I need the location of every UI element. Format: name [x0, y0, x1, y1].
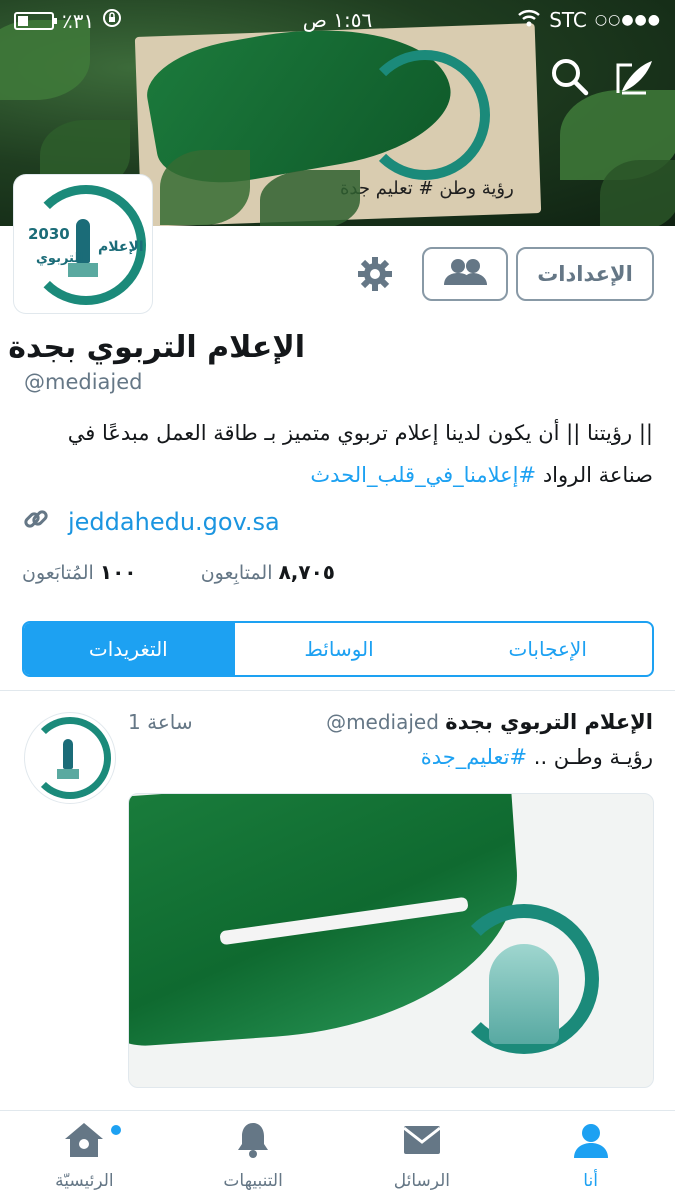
- bottom-nav: الرئيسيّة التنبيهات الرسائل أنا: [0, 1110, 675, 1200]
- link-icon: [22, 505, 50, 539]
- status-right: STC ○○●●●: [517, 8, 661, 32]
- bell-icon: [233, 1120, 273, 1165]
- bio-hashtag-link[interactable]: #إعلامنا_في_قلب_الحدث: [310, 463, 536, 487]
- following-stat[interactable]: ١٠٠ المُتابَعون: [22, 560, 136, 584]
- tab-media[interactable]: الوسائط: [232, 623, 444, 675]
- banner-crescent: [360, 50, 490, 180]
- nav-me-label: أنا: [583, 1171, 598, 1191]
- bio-line-1: || رؤيتنا || أن يكون لدينا إعلام تربوي م…: [67, 421, 653, 445]
- divider: [0, 690, 675, 691]
- tweet-text: رؤيـة وطـن .. #تعليم_جدة: [421, 745, 653, 769]
- banner-leaf: [160, 150, 250, 225]
- profile-handle: @mediajed: [24, 370, 143, 394]
- signal-strength: ○○●●●: [594, 12, 661, 28]
- home-icon: [62, 1120, 106, 1165]
- tweet-time: 1 ساعة: [128, 710, 193, 734]
- nav-notifications[interactable]: التنبيهات: [169, 1111, 338, 1200]
- followers-label: المتابِعون: [200, 562, 273, 584]
- envelope-icon: [400, 1120, 444, 1165]
- logo-subtitle: التربوي: [36, 251, 84, 266]
- tweet-handle: @mediajed: [326, 710, 439, 734]
- wifi-icon: [517, 8, 541, 32]
- tweet-avatar[interactable]: [24, 712, 116, 804]
- nav-home-label: الرئيسيّة: [55, 1171, 114, 1191]
- logo-year: 2030: [28, 225, 70, 243]
- carrier-name: STC: [549, 8, 587, 32]
- profile-bio: || رؤيتنا || أن يكون لدينا إعلام تربوي م…: [22, 412, 653, 496]
- tab-likes[interactable]: الإعجابات: [443, 623, 652, 675]
- settings-gear-icon[interactable]: [356, 255, 394, 293]
- lists-button[interactable]: [422, 247, 508, 301]
- tweet-avatar-logo: [25, 713, 115, 803]
- banner-caption: رؤية وطن # تعليم جدة: [340, 178, 514, 199]
- bio-line-2: صناعة الرواد #إعلامنا_في_قلب_الحدث: [22, 454, 653, 496]
- followers-count: ٨,٧٠٥: [278, 560, 335, 584]
- website-url[interactable]: jeddahedu.gov.sa: [68, 508, 280, 536]
- following-count: ١٠٠: [99, 560, 137, 584]
- status-bar: ٪٣١ ١:٥٦ ص STC ○○●●●: [0, 0, 675, 40]
- profile-name: الإعلام التربوي بجدة: [8, 330, 305, 365]
- avatar-logo: 2030 الإعلام التربوي: [18, 179, 148, 309]
- banner-leaf: [600, 160, 675, 226]
- compose-tweet-icon[interactable]: [612, 55, 656, 99]
- notification-dot: [110, 1125, 121, 1135]
- settings-button[interactable]: الإعدادات: [516, 247, 654, 301]
- tab-tweets[interactable]: التغريدات: [24, 623, 233, 675]
- nav-messages[interactable]: الرسائل: [338, 1111, 507, 1200]
- nav-messages-label: الرسائل: [393, 1171, 451, 1191]
- nav-me[interactable]: أنا: [506, 1111, 675, 1200]
- nav-home[interactable]: الرئيسيّة: [0, 1111, 169, 1200]
- logo-title: الإعلام: [98, 239, 144, 255]
- banner-leaf: [260, 170, 360, 226]
- following-label: المُتابَعون: [22, 562, 94, 584]
- profile-website[interactable]: jeddahedu.gov.sa: [22, 505, 280, 539]
- profile-tabs: الإعجابات الوسائط التغريدات: [22, 621, 654, 677]
- logo-pen: [63, 739, 73, 769]
- tweet-author[interactable]: @mediajed الإعلام التربوي بجدة: [326, 710, 653, 734]
- media-pen: [489, 944, 559, 1044]
- tweet-header: 1 ساعة @mediajed الإعلام التربوي بجدة: [128, 710, 653, 734]
- logo-pen-base: [57, 769, 79, 779]
- nav-notifications-label: التنبيهات: [223, 1171, 283, 1191]
- followers-stat[interactable]: ٨,٧٠٥ المتابِعون: [201, 560, 335, 584]
- tweet-name: الإعلام التربوي بجدة: [445, 710, 653, 734]
- search-icon[interactable]: [548, 55, 592, 99]
- tweet-media-image[interactable]: [128, 793, 654, 1088]
- tweet-hashtag-link[interactable]: #تعليم_جدة: [421, 745, 527, 769]
- tweet-body: رؤيـة وطـن ..: [533, 745, 653, 769]
- person-icon: [571, 1120, 611, 1165]
- people-icon: [441, 257, 489, 292]
- profile-avatar[interactable]: 2030 الإعلام التربوي: [14, 175, 152, 313]
- bio-text: صناعة الرواد: [542, 463, 653, 487]
